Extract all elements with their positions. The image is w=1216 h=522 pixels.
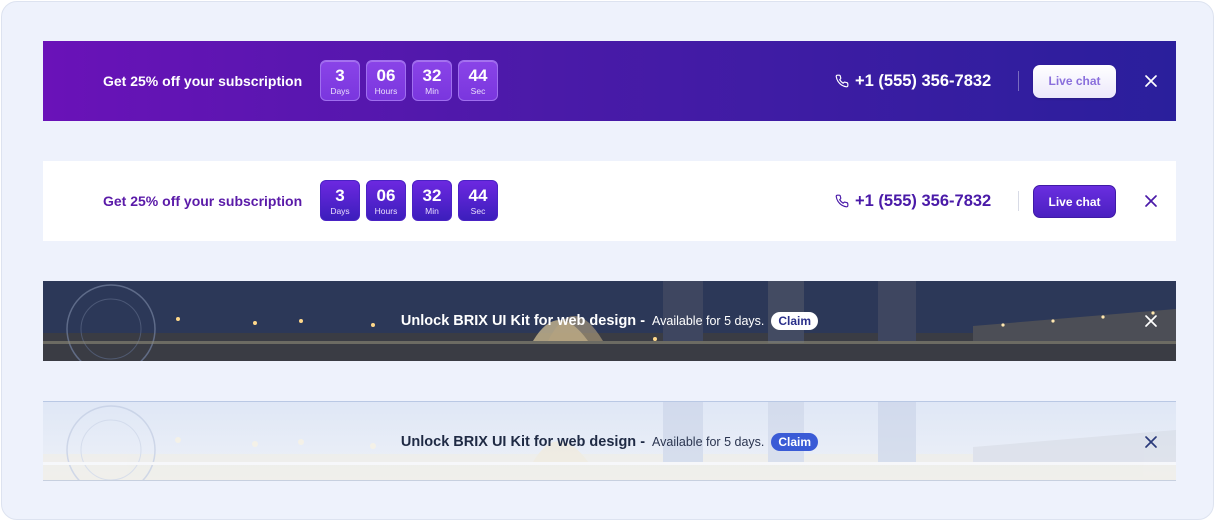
divider <box>1018 191 1019 211</box>
timer-days: 3 Days <box>320 60 360 101</box>
close-icon[interactable] <box>1143 73 1159 89</box>
timer-label: Days <box>330 86 350 96</box>
timer-label: Sec <box>470 86 486 96</box>
banner-showcase: Get 25% off your subscription 3 Days 06 … <box>1 1 1214 520</box>
timer-value: 32 <box>422 186 442 205</box>
image-banner-light: Unlock BRIX UI Kit for web design - Avai… <box>43 401 1176 481</box>
countdown-banner-light: Get 25% off your subscription 3 Days 06 … <box>43 161 1176 241</box>
phone-number: +1 (555) 356-7832 <box>855 71 992 90</box>
timer-value: 06 <box>376 66 396 85</box>
image-banner-dark: Unlock BRIX UI Kit for web design - Avai… <box>43 281 1176 361</box>
divider <box>1018 71 1019 91</box>
banner-subtitle: Available for 5 days. <box>652 435 765 449</box>
timer-label: Hours <box>374 86 398 96</box>
timer-value: 44 <box>468 66 488 85</box>
timer-value: 44 <box>468 186 488 205</box>
timer-value: 3 <box>335 66 345 85</box>
timer-minutes: 32 Min <box>412 60 452 101</box>
phone-link[interactable]: +1 (555) 356-7832 <box>835 41 991 121</box>
claim-button[interactable]: Claim <box>771 433 819 451</box>
phone-icon <box>835 74 849 88</box>
timer-hours: 06 Hours <box>366 180 406 221</box>
timer-value: 3 <box>335 186 345 205</box>
timer-days: 3 Days <box>320 180 360 221</box>
timer-seconds: 44 Sec <box>458 60 498 101</box>
live-chat-button[interactable]: Live chat <box>1033 185 1116 218</box>
promo-text: Get 25% off your subscription <box>103 73 303 89</box>
timer-label: Hours <box>374 206 398 216</box>
timer-label: Min <box>425 86 439 96</box>
banner-message: Unlock BRIX UI Kit for web design - Avai… <box>43 281 1176 361</box>
countdown-timer: 3 Days 06 Hours 32 Min 44 Sec <box>320 180 498 221</box>
claim-button[interactable]: Claim <box>771 312 819 330</box>
phone-icon <box>835 194 849 208</box>
timer-label: Sec <box>470 206 486 216</box>
timer-label: Days <box>330 206 350 216</box>
close-icon[interactable] <box>1143 434 1159 450</box>
timer-value: 32 <box>422 66 442 85</box>
timer-minutes: 32 Min <box>412 180 452 221</box>
timer-label: Min <box>425 206 439 216</box>
countdown-banner-dark: Get 25% off your subscription 3 Days 06 … <box>43 41 1176 121</box>
countdown-timer: 3 Days 06 Hours 32 Min 44 Sec <box>320 60 498 101</box>
phone-link[interactable]: +1 (555) 356-7832 <box>835 161 991 241</box>
banner-subtitle: Available for 5 days. <box>652 314 765 328</box>
banner-title: Unlock BRIX UI Kit for web design - <box>400 434 646 450</box>
promo-text: Get 25% off your subscription <box>103 193 303 209</box>
live-chat-button[interactable]: Live chat <box>1033 65 1116 98</box>
timer-value: 06 <box>376 186 396 205</box>
close-icon[interactable] <box>1143 313 1159 329</box>
timer-hours: 06 Hours <box>366 60 406 101</box>
banner-title: Unlock BRIX UI Kit for web design - <box>400 313 646 329</box>
close-icon[interactable] <box>1143 193 1159 209</box>
phone-number: +1 (555) 356-7832 <box>855 191 992 210</box>
banner-message: Unlock BRIX UI Kit for web design - Avai… <box>43 402 1176 480</box>
timer-seconds: 44 Sec <box>458 180 498 221</box>
